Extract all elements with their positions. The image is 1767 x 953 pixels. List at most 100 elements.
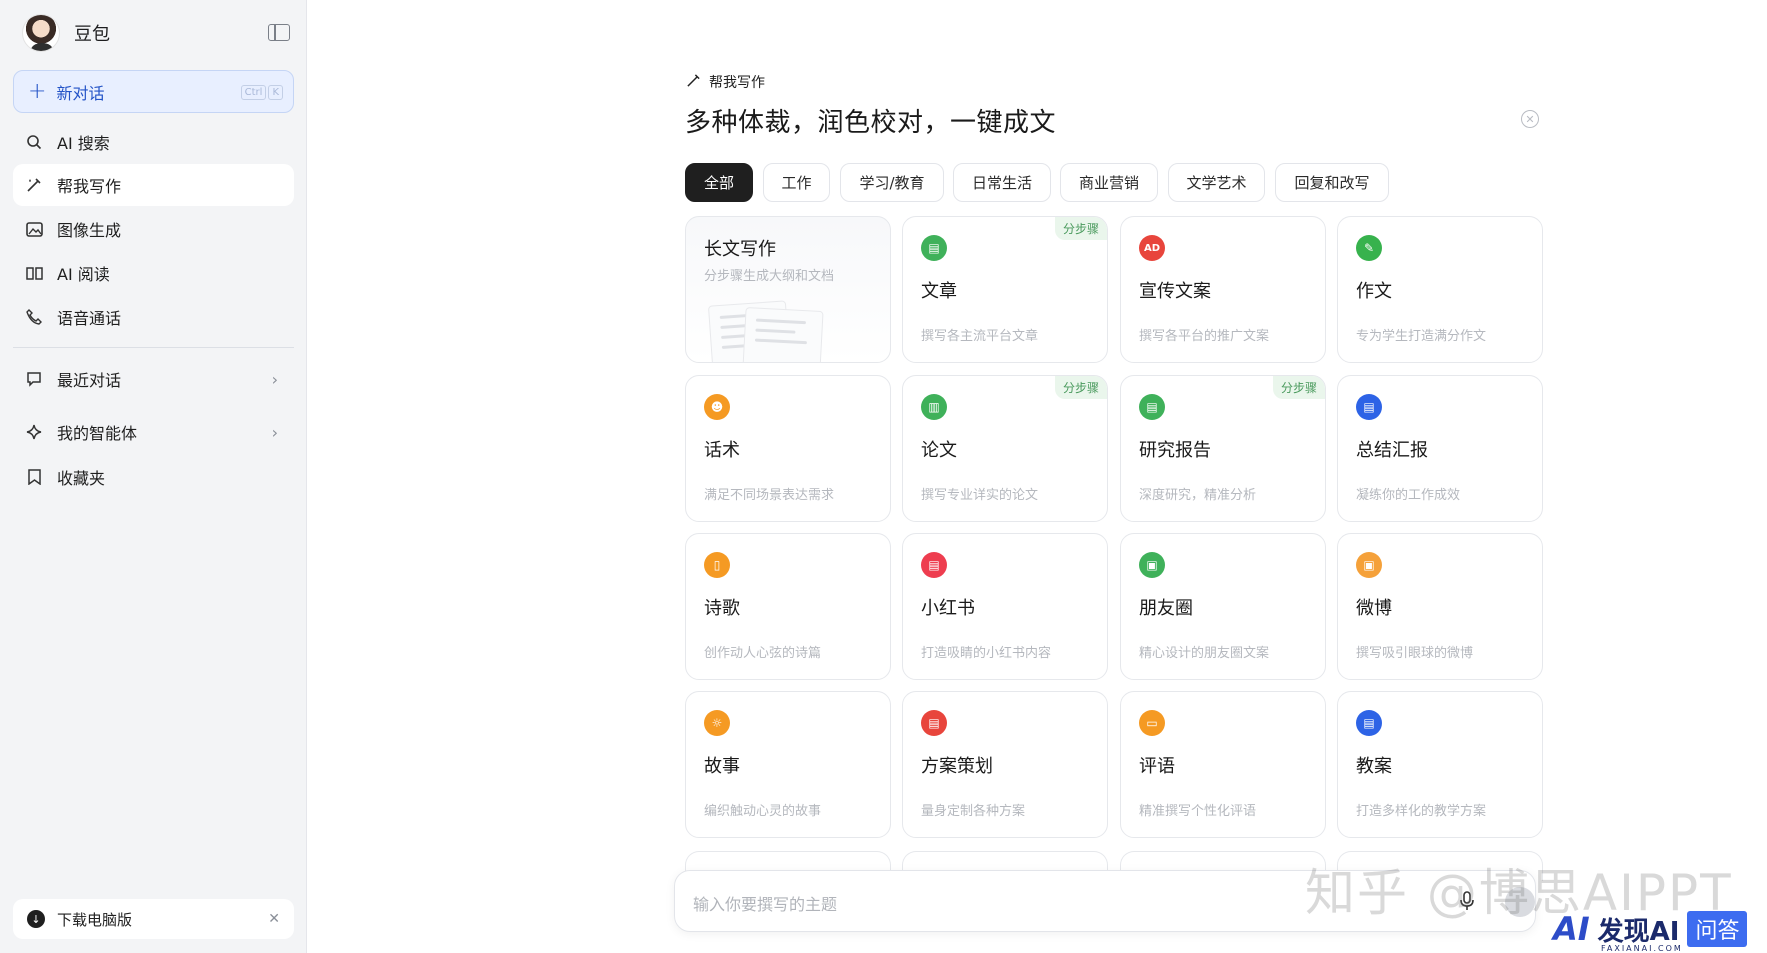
- card-thesis[interactable]: 分步骤 ▥ 论文 撰写专业详实的论文: [902, 375, 1108, 522]
- card-plan[interactable]: ▤ 方案策划 量身定制各种方案: [902, 691, 1108, 838]
- sidebar-item-my-agents[interactable]: 我的智能体 ›: [13, 411, 294, 453]
- card-xiaohongshu[interactable]: ▤ 小红书 打造吸睛的小红书内容: [902, 533, 1108, 680]
- phone-icon: [25, 308, 43, 326]
- download-icon: ↓: [27, 910, 45, 928]
- download-desktop-button[interactable]: ↓ 下载电脑版 ✕: [13, 899, 294, 939]
- card-moments[interactable]: ▣ 朋友圈 精心设计的朋友圈文案: [1120, 533, 1326, 680]
- sidebar-item-voice-call[interactable]: 语音通话: [13, 296, 294, 338]
- sidebar-item-writing[interactable]: 帮我写作: [13, 164, 294, 206]
- tab-work[interactable]: 工作: [763, 163, 830, 202]
- poem-icon: ▯: [704, 552, 730, 578]
- sidebar-item-ai-search[interactable]: AI 搜索: [13, 121, 294, 163]
- sidebar: 豆包 + 新对话 Ctrl K AI 搜索 帮我写作 图像生成 AI 阅读 语音…: [0, 0, 307, 953]
- search-icon: [25, 133, 43, 151]
- sidebar-item-label: 帮我写作: [57, 177, 122, 196]
- brand-name: 豆包: [74, 24, 110, 45]
- card-long-form[interactable]: 长文写作 分步骤生成大纲和文档: [685, 216, 891, 363]
- new-chat-button[interactable]: + 新对话 Ctrl K: [13, 70, 294, 113]
- chevron-right-icon: ›: [271, 422, 278, 442]
- person-speak-icon: ☻: [704, 394, 730, 420]
- card-desc: 专为学生打造满分作文: [1356, 329, 1487, 344]
- sidebar-item-label: 我的智能体: [57, 424, 138, 443]
- document-icon: ▤: [1356, 394, 1382, 420]
- card-desc: 量身定制各种方案: [921, 804, 1026, 819]
- tab-literature[interactable]: 文学艺术: [1168, 163, 1265, 202]
- card-title: 评语: [1139, 756, 1175, 777]
- card-title: 朋友圈: [1139, 598, 1193, 619]
- card-title: 小红书: [921, 598, 975, 619]
- card-comment[interactable]: ▭ 评语 精准撰写个性化评语: [1120, 691, 1326, 838]
- sidebar-divider: [13, 347, 294, 348]
- card-weibo[interactable]: ▣ 微博 撰写吸引眼球的微博: [1337, 533, 1543, 680]
- card-story[interactable]: ☼ 故事 编织触动心灵的故事: [685, 691, 891, 838]
- sidebar-item-favorites[interactable]: 收藏夹: [13, 456, 294, 498]
- close-icon[interactable]: ✕: [268, 911, 280, 927]
- card-essay[interactable]: ✎ 作文 专为学生打造满分作文: [1337, 216, 1543, 363]
- sidebar-item-image-gen[interactable]: 图像生成: [13, 208, 294, 250]
- sidebar-item-label: 最近对话: [57, 371, 122, 390]
- card-title: 方案策划: [921, 756, 993, 777]
- page-title: 多种体裁，润色校对，一键成文: [685, 108, 1057, 138]
- card-desc: 撰写专业详实的论文: [921, 488, 1039, 503]
- card-article[interactable]: 分步骤 ▤ 文章 撰写各主流平台文章: [902, 216, 1108, 363]
- chat-icon: [25, 370, 43, 388]
- card-desc: 撰写各主流平台文章: [921, 329, 1039, 344]
- card-desc: 打造多样化的教学方案: [1356, 804, 1487, 819]
- topic-input[interactable]: 输入你要撰写的主题: [693, 891, 837, 915]
- comment-icon: ▭: [1139, 710, 1165, 736]
- tab-marketing[interactable]: 商业营销: [1060, 163, 1158, 202]
- card-desc: 创作动人心弦的诗篇: [704, 646, 822, 661]
- sidebar-toggle-icon[interactable]: [268, 24, 290, 41]
- document-illustration: [742, 307, 824, 362]
- card-title: 教案: [1356, 756, 1392, 777]
- chevron-right-icon: ›: [271, 369, 278, 389]
- ai-logo-icon: AI: [1553, 910, 1590, 948]
- article-icon: ▤: [921, 235, 947, 261]
- tab-daily[interactable]: 日常生活: [953, 163, 1051, 202]
- card-title: 总结汇报: [1356, 440, 1428, 461]
- header-label: 帮我写作: [709, 75, 765, 91]
- step-badge: 分步骤: [1054, 217, 1107, 240]
- sidebar-item-ai-reading[interactable]: AI 阅读: [13, 252, 294, 294]
- card-lesson-plan[interactable]: ▤ 教案 打造多样化的教学方案: [1337, 691, 1543, 838]
- sparkle-icon: [25, 423, 43, 441]
- writing-header: 帮我写作: [686, 72, 765, 92]
- pencil-icon: ✎: [1356, 235, 1382, 261]
- card-title: 文章: [921, 281, 957, 302]
- tab-all[interactable]: 全部: [685, 163, 753, 202]
- lightbulb-icon: ☼: [704, 710, 730, 736]
- card-summary-report[interactable]: ▤ 总结汇报 凝练你的工作成效: [1337, 375, 1543, 522]
- brand[interactable]: 豆包: [22, 14, 110, 52]
- report-icon: ▤: [1139, 394, 1165, 420]
- sidebar-item-label: 收藏夹: [57, 469, 106, 488]
- card-poetry[interactable]: ▯ 诗歌 创作动人心弦的诗篇: [685, 533, 891, 680]
- sidebar-item-label: 语音通话: [57, 309, 122, 328]
- ad-icon: AD: [1139, 235, 1165, 261]
- card-title: 话术: [704, 440, 740, 461]
- card-title: 诗歌: [704, 598, 740, 619]
- card-title: 故事: [704, 756, 740, 777]
- watermark-url: FAXIANAI.COM: [1601, 944, 1683, 953]
- card-desc: 精心设计的朋友圈文案: [1139, 646, 1270, 661]
- card-title: 长文写作: [704, 239, 776, 260]
- shortcut-key-ctrl: Ctrl: [240, 85, 267, 100]
- sidebar-item-label: AI 搜索: [57, 134, 110, 153]
- sidebar-item-label: 图像生成: [57, 221, 122, 240]
- new-chat-label: 新对话: [56, 83, 105, 103]
- tab-rewrite[interactable]: 回复和改写: [1275, 163, 1389, 202]
- card-desc: 分步骤生成大纲和文档: [704, 269, 835, 284]
- card-ad-copy[interactable]: AD 宣传文案 撰写各平台的推广文案: [1120, 216, 1326, 363]
- close-icon[interactable]: ✕: [1521, 110, 1539, 128]
- card-research-report[interactable]: 分步骤 ▤ 研究报告 深度研究，精准分析: [1120, 375, 1326, 522]
- tab-study[interactable]: 学习/教育: [840, 163, 944, 202]
- card-speech[interactable]: ☻ 话术 满足不同场景表达需求: [685, 375, 891, 522]
- card-desc: 满足不同场景表达需求: [704, 488, 835, 503]
- step-badge: 分步骤: [1272, 376, 1325, 399]
- card-desc: 凝练你的工作成效: [1356, 488, 1461, 503]
- bookmark-icon: [25, 468, 43, 486]
- book-icon: [25, 264, 43, 282]
- shortcut-key-k: K: [268, 85, 283, 100]
- bar-chart-icon: ▥: [921, 394, 947, 420]
- sidebar-item-recent-chats[interactable]: 最近对话 ›: [13, 358, 294, 400]
- card-desc: 编织触动心灵的故事: [704, 804, 822, 819]
